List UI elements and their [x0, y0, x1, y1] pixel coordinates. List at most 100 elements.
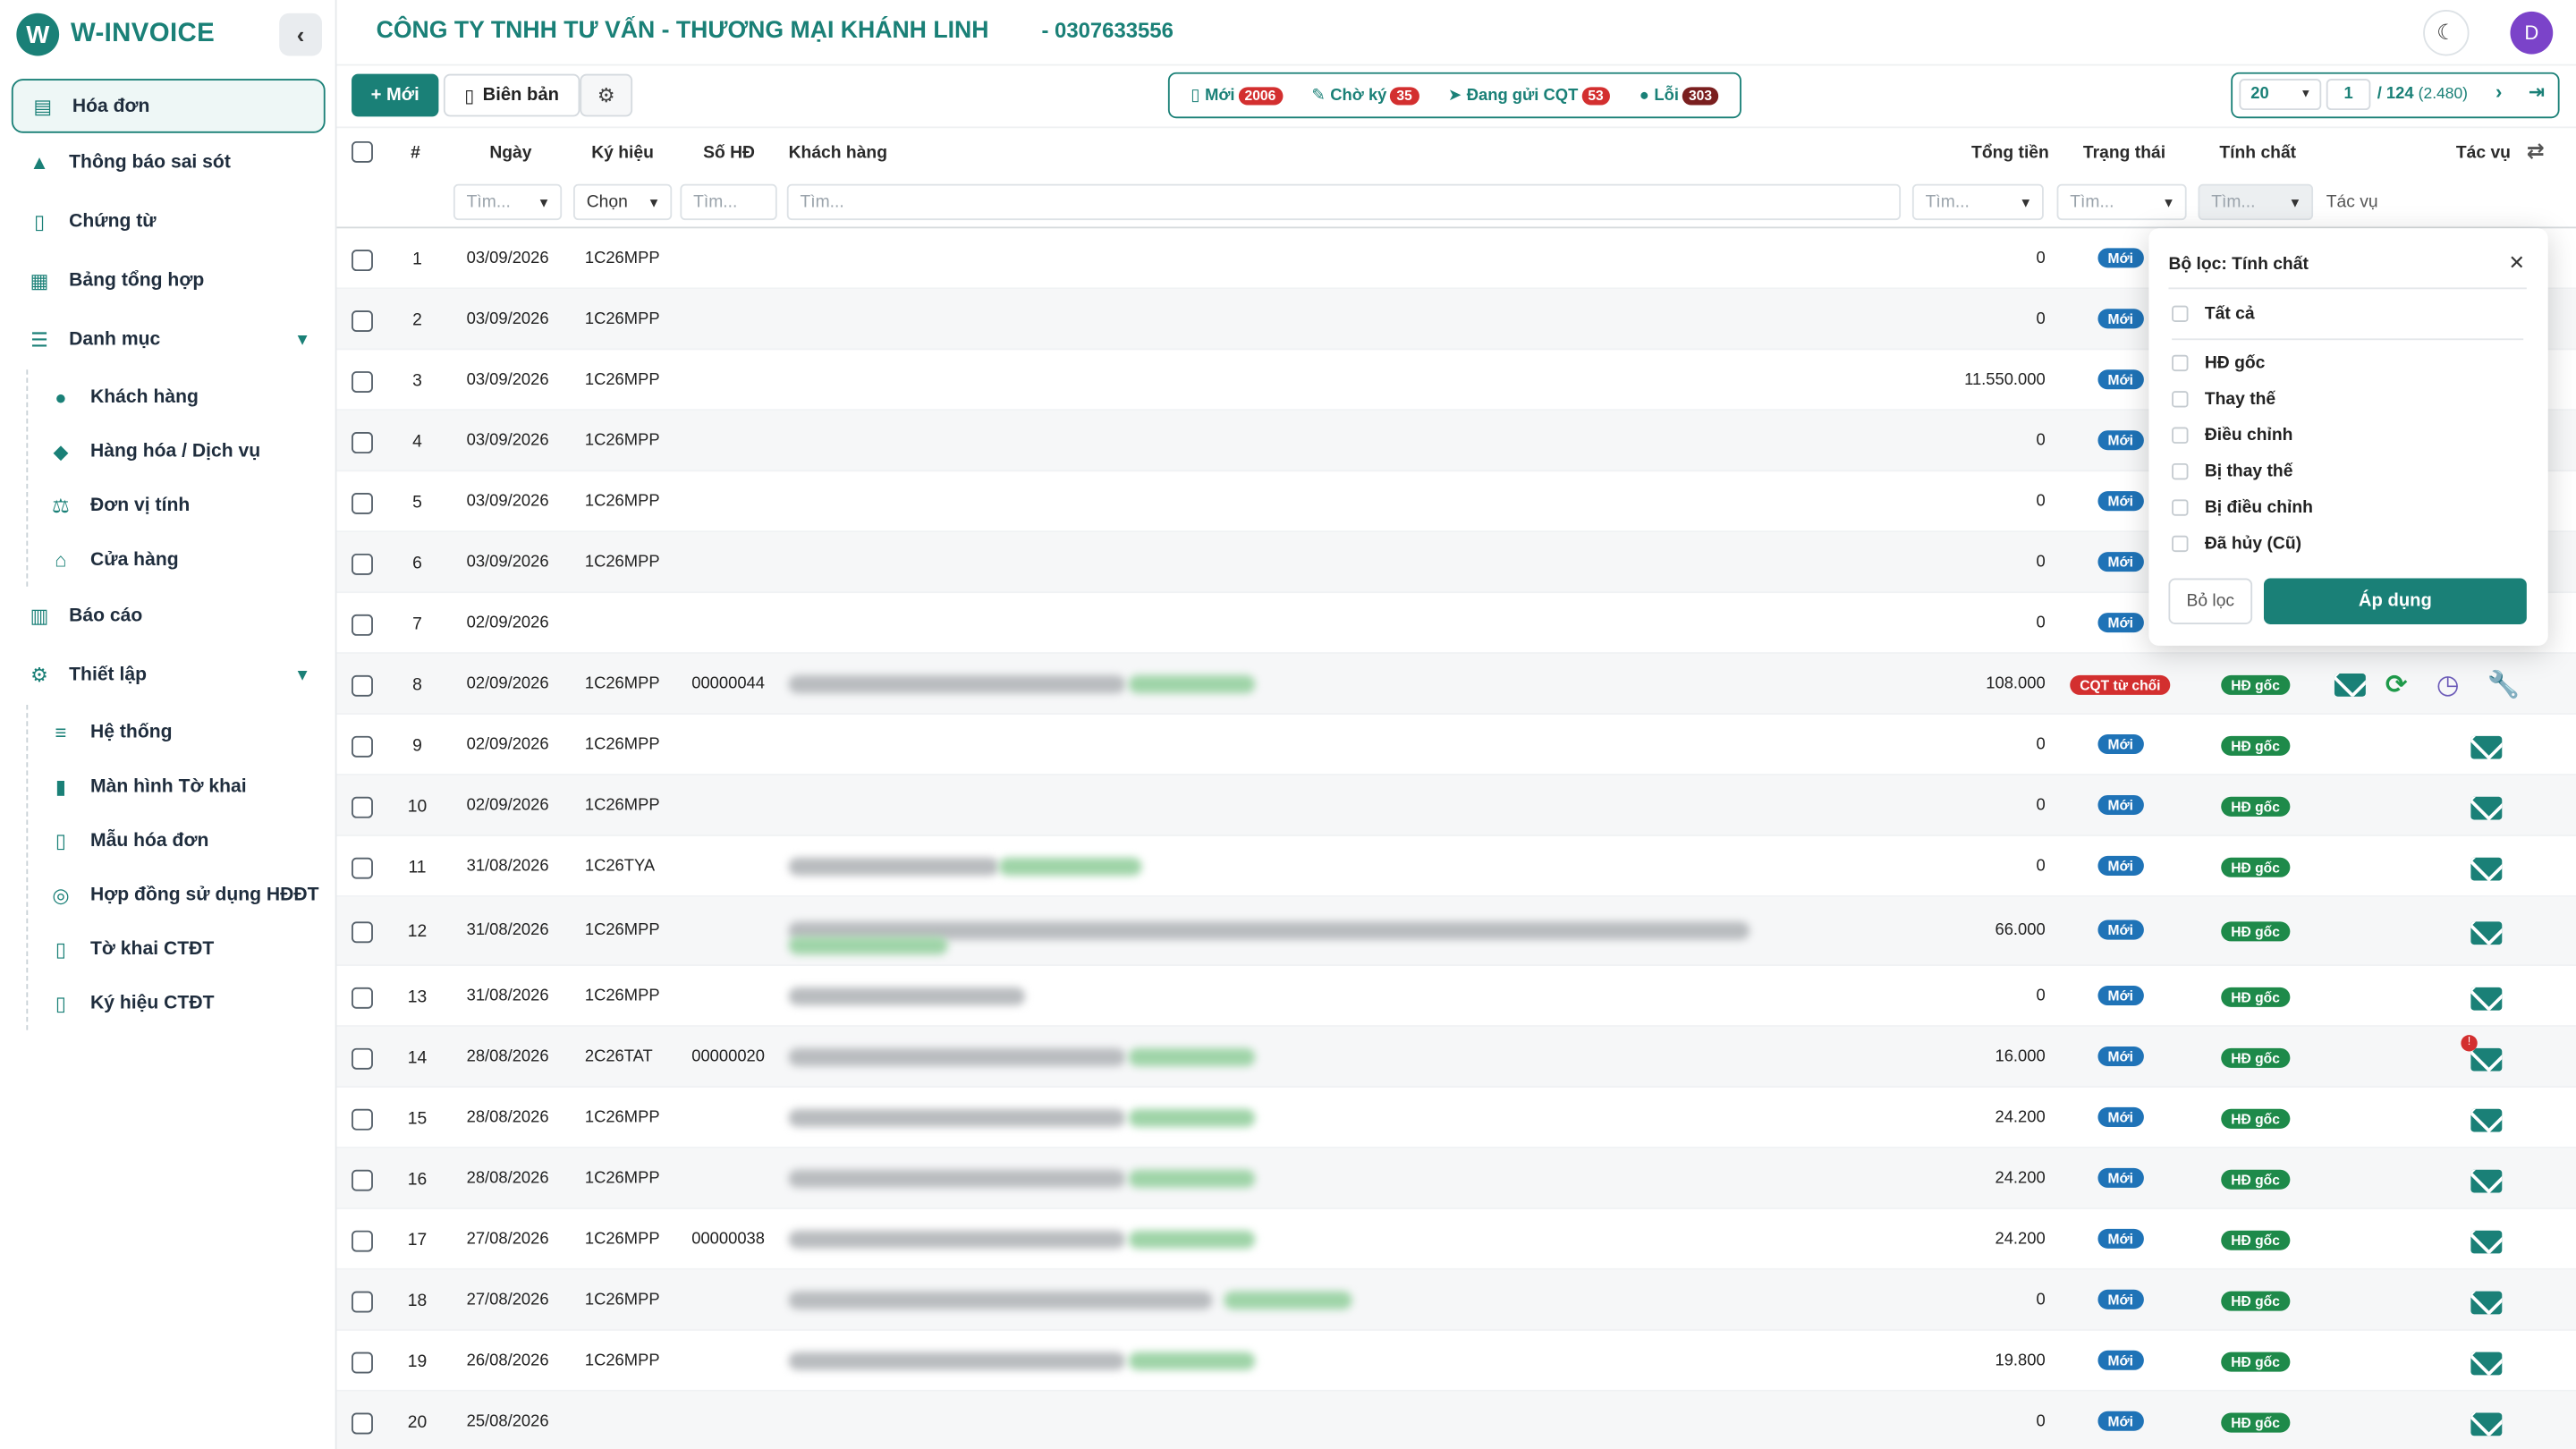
col-customer[interactable]: Khách hàng — [789, 143, 887, 163]
status-tab-new[interactable]: ▯ Mới 2006 — [1191, 86, 1283, 105]
filter-option-all[interactable]: Tất cả — [2172, 301, 2255, 326]
column-settings-icon[interactable]: ⇄ — [2527, 138, 2545, 164]
send-email-icon[interactable] — [2470, 1291, 2503, 1315]
sidebar-item-to-khai-ctdt[interactable]: ▯ Tờ khai CTĐT — [28, 921, 336, 976]
filter-option[interactable]: Đã hủy (Cũ) — [2172, 530, 2301, 556]
send-email-icon[interactable] — [2470, 1230, 2503, 1254]
checkbox[interactable] — [2172, 427, 2189, 444]
table-row[interactable]: 10 02/09/2026 1C26MPP 0 Mới HĐ gốc — [336, 775, 2576, 836]
sidebar-item-hoa-don[interactable]: ▤ Hóa đơn — [11, 79, 326, 133]
send-email-icon[interactable] — [2334, 674, 2366, 697]
row-checkbox[interactable] — [352, 796, 373, 818]
table-row[interactable]: 12 31/08/2026 1C26MPP 66.000 Mới HĐ gốc — [336, 896, 2576, 966]
table-row[interactable]: 8 02/09/2026 1C26MPP 00000044 108.000 CQT từ … — [336, 654, 2576, 715]
row-checkbox[interactable] — [352, 1412, 373, 1435]
col-nature[interactable]: Tính chất — [2219, 143, 2296, 163]
brand[interactable]: W W-INVOICE — [16, 10, 215, 59]
select-all-checkbox[interactable] — [352, 140, 373, 163]
status-tab-error[interactable]: ● Lỗi 303 — [1640, 86, 1719, 105]
col-date[interactable]: Ngày — [489, 143, 531, 163]
col-number[interactable]: Số HĐ — [703, 143, 755, 163]
row-checkbox[interactable] — [352, 1352, 373, 1374]
last-page-button[interactable]: ⇥ — [2529, 80, 2545, 104]
nature-filter[interactable]: Tìm... ▼ — [2198, 183, 2314, 221]
row-checkbox[interactable] — [352, 1230, 373, 1252]
filter-option[interactable]: Điều chỉnh — [2172, 422, 2292, 448]
checkbox[interactable] — [2172, 305, 2189, 322]
checkbox[interactable] — [2172, 391, 2189, 408]
table-row[interactable]: 13 31/08/2026 1C26MPP 0 Mới HĐ gốc — [336, 966, 2576, 1027]
row-checkbox[interactable] — [352, 614, 373, 636]
table-row[interactable]: 17 27/08/2026 1C26MPP 00000038 24.200 Mới HĐ g… — [336, 1209, 2576, 1270]
row-checkbox[interactable] — [352, 674, 373, 697]
sidebar-item-he-thong[interactable]: ≡ Hệ thống — [28, 705, 336, 759]
clear-filter-button[interactable]: Bỏ lọc — [2168, 578, 2253, 624]
row-checkbox[interactable] — [352, 857, 373, 879]
wrench-icon[interactable]: 🔧 — [2487, 669, 2521, 702]
dark-mode-toggle[interactable]: ☾ — [2423, 10, 2470, 56]
row-checkbox[interactable] — [352, 371, 373, 393]
row-checkbox[interactable] — [352, 310, 373, 333]
table-row[interactable]: 11 31/08/2026 1C26TYA 0 Mới HĐ gốc — [336, 836, 2576, 897]
sidebar-item-thiet-lap[interactable]: ⚙ Thiết lập ▼ — [0, 646, 337, 705]
checkbox[interactable] — [2172, 535, 2189, 553]
send-email-icon[interactable] — [2470, 735, 2503, 759]
next-page-button[interactable]: › — [2496, 80, 2502, 104]
apply-filter-button[interactable]: Áp dụng — [2263, 578, 2527, 624]
page-size-select[interactable]: 20 ▼ — [2239, 79, 2322, 111]
customer-filter-input[interactable]: Tìm... — [786, 183, 1902, 221]
total-filter[interactable]: Tìm... ▼ — [1911, 183, 2044, 221]
table-row[interactable]: 16 28/08/2026 1C26MPP 24.200 Mới HĐ gốc — [336, 1148, 2576, 1209]
send-email-icon[interactable] — [2470, 857, 2503, 881]
send-email-icon[interactable] — [2470, 796, 2503, 820]
avatar[interactable]: D — [2510, 11, 2554, 55]
col-total[interactable]: Tổng tiền — [1971, 143, 2049, 163]
filter-option[interactable]: Bị thay thế — [2172, 458, 2292, 484]
row-checkbox[interactable] — [352, 553, 373, 575]
sidebar-item-hang-hoa[interactable]: ◆ Hàng hóa / Dịch vụ — [28, 424, 336, 479]
date-filter[interactable]: Tìm... ▼ — [453, 183, 563, 221]
send-email-icon[interactable] — [2470, 987, 2503, 1011]
table-row[interactable]: 20 25/08/2026 0 Mới HĐ gốc — [336, 1391, 2576, 1449]
status-tab-waiting-sign[interactable]: ✎ Chờ ký 35 — [1311, 86, 1419, 105]
row-checkbox[interactable] — [352, 493, 373, 514]
table-row[interactable]: 9 02/09/2026 1C26MPP 0 Mới HĐ gốc — [336, 715, 2576, 775]
row-checkbox[interactable] — [352, 735, 373, 758]
sidebar-item-danh-muc[interactable]: ☰ Danh mục ▼ — [0, 310, 337, 369]
checkbox[interactable] — [2172, 499, 2189, 516]
status-filter[interactable]: Tìm... ▼ — [2056, 183, 2187, 221]
current-page-input[interactable]: 1 — [2326, 79, 2371, 111]
send-email-icon[interactable] — [2470, 1047, 2503, 1072]
col-status[interactable]: Trạng thái — [2083, 143, 2165, 163]
sidebar-item-chung-tu[interactable]: ▯ Chứng từ — [0, 192, 337, 251]
sidebar-item-ky-hieu-ctdt[interactable]: ▯ Ký hiệu CTĐT — [28, 976, 336, 1030]
filter-option[interactable]: HĐ gốc — [2172, 350, 2265, 376]
sidebar-item-don-vi-tinh[interactable]: ⚖ Đơn vị tính — [28, 478, 336, 532]
row-checkbox[interactable] — [352, 921, 373, 944]
row-checkbox[interactable] — [352, 1291, 373, 1313]
sidebar-item-cua-hang[interactable]: ⌂ Cửa hàng — [28, 532, 336, 587]
col-symbol[interactable]: Ký hiệu — [591, 143, 654, 163]
table-row[interactable]: 19 26/08/2026 1C26MPP 19.800 Mới HĐ gốc — [336, 1331, 2576, 1392]
sidebar-item-man-hinh-to-khai[interactable]: ▮ Màn hình Tờ khai — [28, 759, 336, 814]
collapse-sidebar-button[interactable]: ‹ — [279, 13, 322, 56]
number-filter-input[interactable]: Tìm... — [680, 183, 777, 221]
close-icon[interactable]: ✕ — [2509, 251, 2525, 275]
new-invoice-button[interactable]: + Mới — [352, 73, 439, 117]
row-checkbox[interactable] — [352, 1169, 373, 1191]
filter-option[interactable]: Bị điều chỉnh — [2172, 495, 2313, 521]
table-row[interactable]: 18 27/08/2026 1C26MPP 0 Mới HĐ gốc — [336, 1269, 2576, 1331]
send-email-icon[interactable] — [2470, 921, 2503, 945]
minutes-button[interactable]: ▯ Biên bản — [443, 73, 580, 117]
sidebar-item-mau-hoa-don[interactable]: ▯ Mẫu hóa đơn — [28, 813, 336, 868]
table-row[interactable]: 15 28/08/2026 1C26MPP 24.200 Mới HĐ gốc — [336, 1088, 2576, 1148]
sidebar-item-thong-bao-sai-sot[interactable]: ▲ Thông báo sai sót — [0, 133, 337, 192]
send-email-icon[interactable] — [2470, 1352, 2503, 1376]
refresh-icon[interactable]: ⟳ — [2385, 669, 2408, 702]
table-row[interactable]: 14 28/08/2026 2C26TAT 00000020 16.000 Mới HĐ g… — [336, 1026, 2576, 1088]
row-checkbox[interactable] — [352, 987, 373, 1009]
sidebar-item-hop-dong[interactable]: ◎ Hợp đồng sử dụng HĐĐT — [28, 868, 336, 922]
symbol-filter-select[interactable]: Chọn ▼ — [573, 183, 673, 221]
checkbox[interactable] — [2172, 354, 2189, 372]
history-clock-icon[interactable]: ◷ — [2436, 669, 2460, 702]
